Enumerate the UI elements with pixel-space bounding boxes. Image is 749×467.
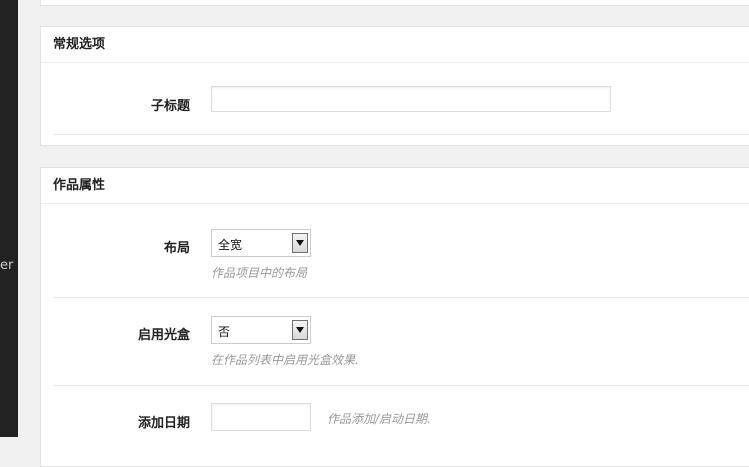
portfolio-attributes-panel: 作品属性 布局 全宽 作品项目中的布局 启用光盒 否 在作品列表中启用光盒效果.… bbox=[40, 167, 749, 467]
subtitle-input[interactable] bbox=[211, 86, 611, 112]
general-options-panel: 常规选项 子标题 bbox=[40, 26, 749, 146]
lightbox-select-value: 否 bbox=[218, 325, 231, 339]
portfolio-attributes-title: 作品属性 bbox=[41, 168, 749, 204]
sidebar-menu-text[interactable]: er bbox=[0, 258, 13, 274]
date-input[interactable] bbox=[211, 403, 311, 431]
chevron-down-icon[interactable] bbox=[292, 320, 308, 340]
chevron-down-icon[interactable] bbox=[292, 233, 308, 253]
date-description: 作品添加/启动日期. bbox=[327, 412, 431, 426]
lightbox-label: 启用光盒 bbox=[137, 328, 190, 343]
layout-row: 布局 全宽 作品项目中的布局 bbox=[53, 204, 749, 298]
lightbox-select[interactable]: 否 bbox=[211, 316, 311, 344]
subtitle-label: 子标题 bbox=[150, 99, 190, 114]
date-label: 添加日期 bbox=[137, 416, 190, 431]
layout-select-value: 全宽 bbox=[218, 238, 243, 252]
layout-label: 布局 bbox=[163, 241, 190, 256]
admin-sidebar: er bbox=[0, 0, 18, 437]
general-options-title: 常规选项 bbox=[41, 27, 749, 63]
subtitle-row: 子标题 bbox=[53, 63, 749, 135]
date-row: 添加日期 作品添加/启动日期. bbox=[53, 386, 749, 466]
lightbox-row: 启用光盒 否 在作品列表中启用光盒效果. bbox=[53, 298, 749, 386]
lightbox-description: 在作品列表中启用光盒效果. bbox=[211, 353, 359, 367]
layout-select[interactable]: 全宽 bbox=[211, 229, 311, 257]
previous-panel-edge bbox=[40, 0, 749, 6]
layout-description: 作品项目中的布局 bbox=[211, 266, 308, 280]
